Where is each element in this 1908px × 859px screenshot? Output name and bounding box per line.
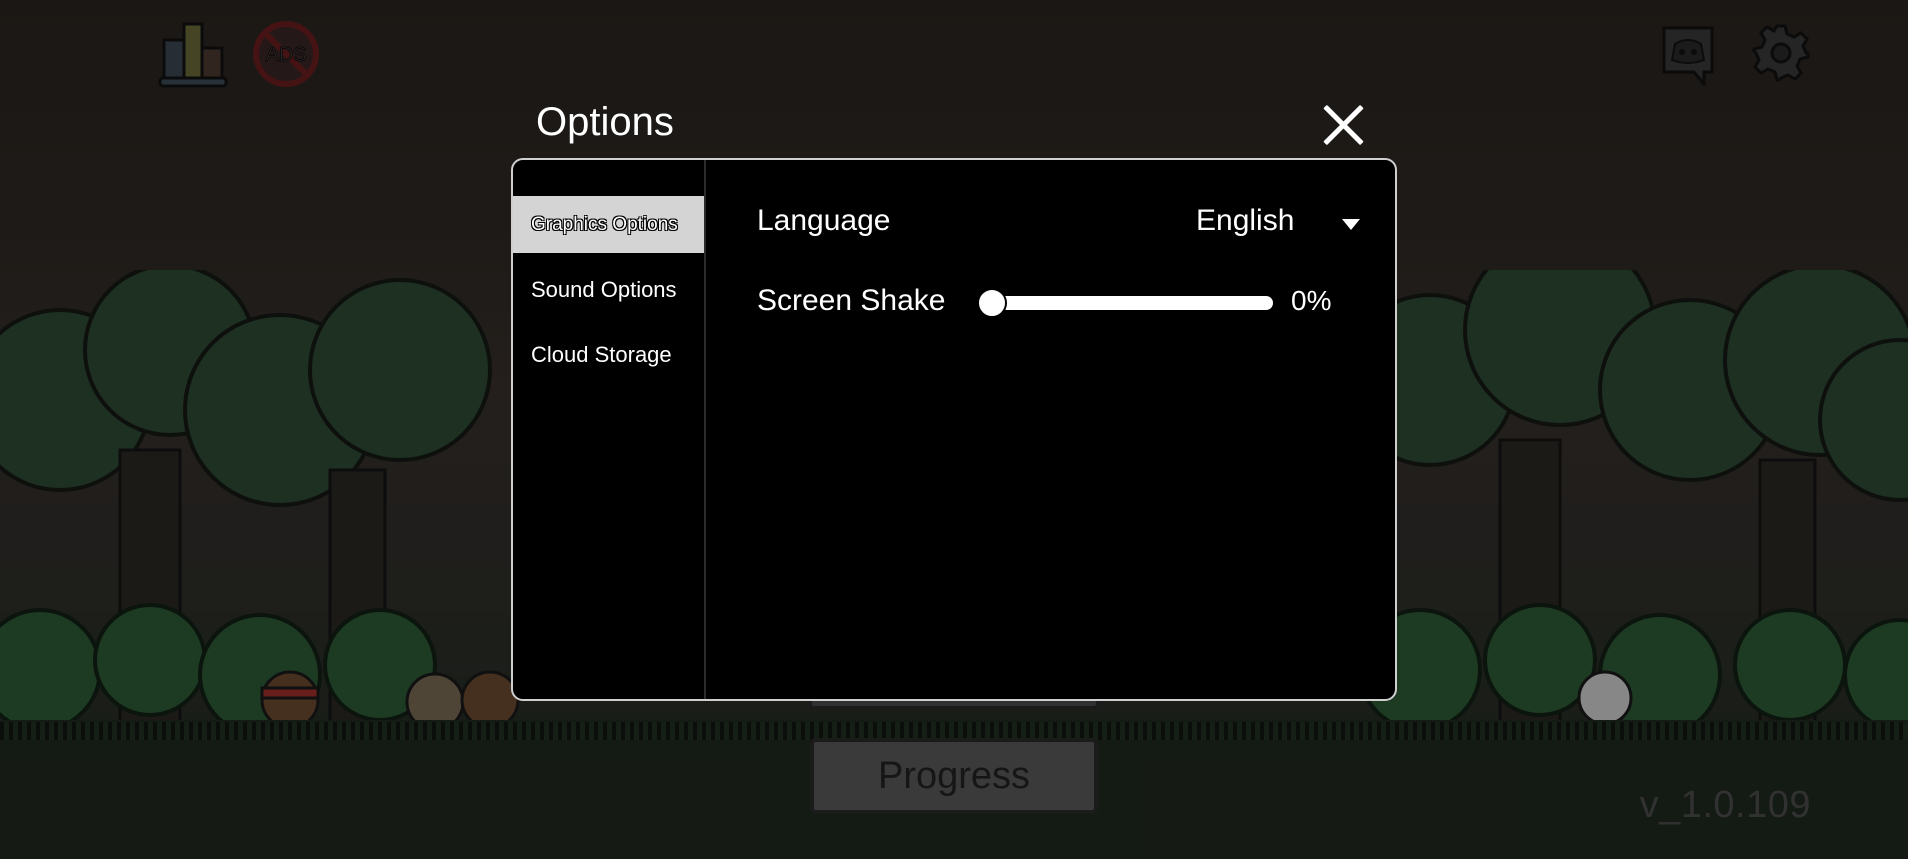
options-panel: Graphics Options Sound Options Cloud Sto… <box>511 158 1397 701</box>
language-select[interactable]: English <box>1196 204 1294 238</box>
close-icon[interactable] <box>1320 102 1366 148</box>
tab-cloud-storage[interactable]: Cloud Storage <box>513 326 704 383</box>
language-label: Language <box>757 204 891 237</box>
screen-shake-slider-track[interactable] <box>989 296 1273 310</box>
screen-shake-value: 0% <box>1291 285 1332 316</box>
tab-sound-options[interactable]: Sound Options <box>513 261 704 318</box>
tab-graphics-options[interactable]: Graphics Options <box>513 196 704 253</box>
dialog-title: Options <box>536 100 674 144</box>
screen-shake-label: Screen Shake <box>757 284 946 317</box>
chevron-down-icon[interactable] <box>1342 219 1360 230</box>
screen-shake-slider-thumb[interactable] <box>977 288 1007 318</box>
options-sidebar: Graphics Options Sound Options Cloud Sto… <box>513 160 706 699</box>
